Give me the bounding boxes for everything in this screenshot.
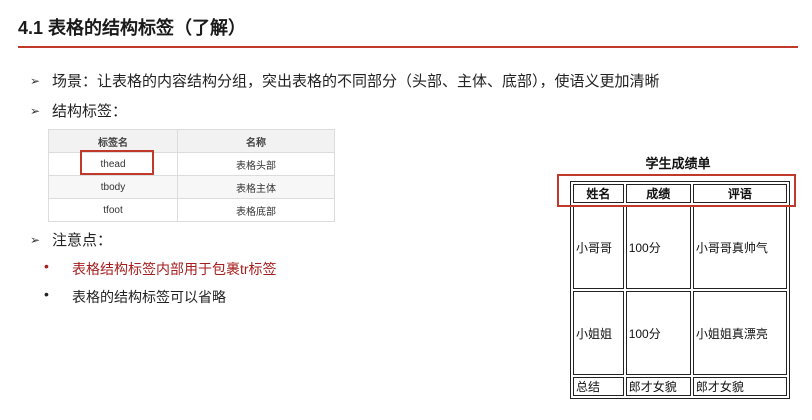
ref-cell: 表格主体 [177, 175, 335, 199]
table-row: 小姐姐 100分 小姐姐真漂亮 [573, 291, 787, 375]
ref-cell: 表格底部 [177, 198, 335, 222]
arrow-bullet-icon: ➢ [30, 73, 41, 88]
ref-cell: tfoot [48, 198, 178, 222]
table-row: tfoot 表格底部 [48, 198, 335, 222]
tag-reference-table: 标签名 名称 thead 表格头部 tbody 表格主体 tfoot 表格底部 [48, 129, 335, 222]
ref-cell: tbody [48, 175, 178, 199]
bullet-scene: ➢ 场景：让表格的内容结构分组，突出表格的不同部分（头部、主体、底部），使语义更… [30, 70, 660, 91]
bullet-struct-tags: ➢ 结构标签： [30, 100, 127, 121]
student-cell: 100分 [625, 205, 691, 289]
note-item-2: 表格的结构标签可以省略 [72, 289, 226, 305]
ref-cell: 表格头部 [177, 152, 335, 176]
student-cell: 100分 [625, 291, 691, 375]
student-footer-cell: 郎才女貌 [625, 377, 691, 396]
title-divider [18, 46, 798, 48]
student-footer-cell: 总结 [573, 377, 624, 396]
thead-highlight-box [80, 150, 154, 175]
bullet-notes: ➢ 注意点： [30, 229, 112, 250]
table-row: 总结 郎才女貌 郎才女貌 [573, 377, 787, 396]
student-cell: 小姐姐真漂亮 [692, 291, 787, 375]
arrow-bullet-icon: ➢ [30, 103, 41, 118]
dot-bullet-icon: • [44, 258, 49, 274]
student-header-highlight-box [557, 174, 796, 207]
dot-bullet-icon: • [44, 286, 49, 302]
arrow-bullet-icon: ➢ [30, 232, 41, 247]
student-cell: 小姐姐 [573, 291, 624, 375]
student-table-caption: 学生成绩单 [645, 156, 711, 171]
table-row: 小哥哥 100分 小哥哥真帅气 [573, 205, 787, 289]
student-score-table: 姓名 成绩 评语 小哥哥 100分 小哥哥真帅气 小姐姐 100分 小姐姐真漂亮… [570, 181, 790, 399]
student-footer-cell: 郎才女貌 [692, 377, 787, 396]
student-cell: 小哥哥 [573, 205, 624, 289]
student-cell: 小哥哥真帅气 [692, 205, 787, 289]
bullet-struct-tags-text: 结构标签： [52, 103, 128, 120]
slide-title: 4.1 表格的结构标签（了解） [18, 18, 247, 38]
bullet-scene-text: 场景：让表格的内容结构分组，突出表格的不同部分（头部、主体、底部），使语义更加清… [52, 73, 660, 90]
ref-header-name: 名称 [177, 129, 335, 153]
bullet-notes-text: 注意点： [52, 232, 113, 249]
note-item-1: 表格结构标签内部用于包裹tr标签 [72, 261, 277, 277]
table-row: tbody 表格主体 [48, 175, 335, 199]
